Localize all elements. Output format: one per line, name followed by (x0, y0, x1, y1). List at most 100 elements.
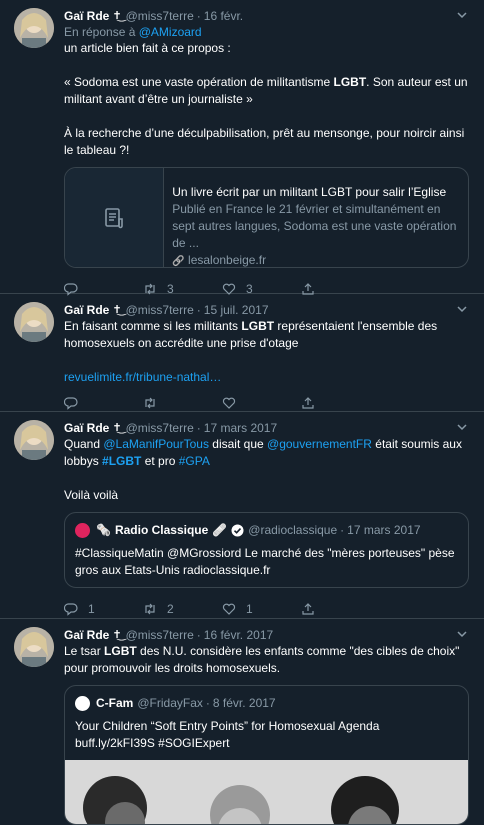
display-name[interactable]: Gaï Rde (64, 8, 109, 24)
user-handle[interactable]: @miss7terre (126, 8, 194, 24)
quoted-header: C-Fam @FridayFax · 8 févr. 2017 (75, 694, 458, 712)
link-card[interactable]: Un livre écrit par un militant LGBT pour… (64, 167, 469, 268)
quoted-handle[interactable]: @FridayFax (137, 695, 203, 712)
tweet-paragraph: En faisant comme si les militants LGBT r… (64, 319, 438, 350)
avatar[interactable] (14, 420, 54, 460)
reply-prefix: En réponse à (64, 25, 136, 39)
card-title: Un livre écrit par un militant LGBT pour… (172, 185, 447, 199)
radio-classique-logo (75, 522, 90, 538)
retweet-button[interactable] (143, 396, 222, 410)
quoted-tweet[interactable]: 🗞️ Radio Classique 🩹 @radioclassique · 1… (64, 512, 469, 588)
tweet[interactable]: Gaï Rde ✝͜ @miss7terre · 16 févr. 2017 L… (0, 619, 484, 825)
newspaper-emoji: 🗞️ (96, 522, 111, 537)
reply-button[interactable] (64, 396, 143, 410)
tweet-text: En faisant comme si les militants LGBT r… (64, 318, 472, 386)
share-button[interactable] (301, 396, 380, 410)
separator: · (196, 303, 201, 317)
tweet-header: Gaï Rde ✝͜ @miss7terre · 15 juil. 2017 (64, 302, 472, 318)
tweet-header: Gaï Rde ✝͜ @miss7terre · 16 févr. (64, 8, 472, 24)
separator: · (196, 628, 201, 642)
tweet-paragraph: un article bien fait à ce propos : (64, 41, 231, 55)
separator: · (196, 421, 201, 435)
name-emoji: ✝͜ (112, 304, 122, 316)
separator: · (205, 695, 210, 710)
share-button[interactable] (301, 602, 380, 616)
hashtag-link[interactable]: #GPA (179, 454, 210, 468)
heart-icon (222, 397, 236, 409)
display-name[interactable]: Gaï Rde (64, 302, 109, 318)
retweet-button[interactable]: 2 (143, 602, 222, 616)
like-count: 1 (246, 602, 253, 616)
hashtag-link[interactable]: #LGBT (102, 454, 141, 468)
quoted-text: #ClassiqueMatin @MGrossiord Le marché de… (75, 546, 455, 577)
like-button[interactable]: 1 (222, 602, 301, 616)
retweet-icon (145, 397, 155, 409)
verified-icon (231, 524, 244, 537)
tweet-link[interactable]: revuelimite.fr/tribune-nathal… (64, 370, 221, 384)
mention-link[interactable]: @LaManifPourTous (103, 437, 209, 451)
tweet-paragraph: Le tsar LGBT des N.U. considère les enfa… (64, 644, 460, 675)
tweet-paragraph: « Sodoma est une vaste opération de mili… (64, 75, 468, 106)
heart-icon (222, 603, 236, 615)
avatar[interactable] (14, 627, 54, 667)
quoted-text: Your Children “Soft Entry Points” for Ho… (75, 719, 380, 750)
avatar[interactable] (14, 302, 54, 342)
separator: · (196, 9, 201, 23)
share-icon (302, 397, 314, 409)
tweet-text: un article bien fait à ce propos : « Sod… (64, 40, 472, 159)
tweet-date[interactable]: 16 févr. (204, 8, 243, 24)
mention-link[interactable]: @gouvernementFR (267, 437, 372, 451)
card-description: Publié en France le 21 février et simult… (172, 202, 457, 250)
reply-context: En réponse à @AMizoard (64, 24, 472, 40)
user-handle[interactable]: @miss7terre (126, 302, 194, 318)
tweet[interactable]: Gaï Rde ✝͜ @miss7terre · 15 juil. 2017 E… (0, 294, 484, 412)
display-name[interactable]: Gaï Rde (64, 627, 109, 643)
bandage-emoji: 🩹 (212, 522, 228, 537)
tweet-date[interactable]: 17 mars 2017 (204, 420, 277, 436)
tweet-header: Gaï Rde ✝͜ @miss7terre · 16 févr. 2017 (64, 627, 472, 643)
c-fam-logo (75, 695, 90, 711)
share-icon (302, 603, 314, 615)
tweet-header: Gaï Rde ✝͜ @miss7terre · 17 mars 2017 (64, 420, 472, 436)
quoted-name[interactable]: Radio Classique (115, 522, 208, 539)
separator: · (340, 522, 345, 537)
user-handle[interactable]: @miss7terre (126, 420, 194, 436)
tweet[interactable]: Gaï Rde ✝͜ @miss7terre · 16 févr. En rép… (0, 0, 484, 296)
reply-icon (64, 397, 78, 410)
reply-mention-link[interactable]: @AMizoard (139, 25, 202, 39)
like-button[interactable] (222, 396, 301, 410)
tweet-paragraph: Quand @LaManifPourTous disait que @gouve… (64, 437, 462, 468)
chevron-down-icon[interactable] (456, 628, 468, 640)
tweet-text: Le tsar LGBT des N.U. considère les enfa… (64, 643, 472, 677)
tweet-paragraph: À la recherche d’une déculpabilisation, … (64, 126, 465, 157)
quoted-media-image[interactable] (65, 760, 468, 824)
user-handle[interactable]: @miss7terre (126, 627, 194, 643)
avatar[interactable] (14, 8, 54, 48)
chevron-down-icon[interactable] (456, 9, 468, 21)
name-emoji: ✝͜ (112, 422, 122, 434)
chevron-down-icon[interactable] (456, 421, 468, 433)
tweet-text: Quand @LaManifPourTous disait que @gouve… (64, 436, 472, 504)
tweet-date[interactable]: 15 juil. 2017 (204, 302, 269, 318)
tweet-paragraph: Voilà voilà (64, 488, 119, 502)
quoted-name[interactable]: C-Fam (96, 695, 133, 712)
quoted-date: 8 févr. 2017 (212, 695, 276, 710)
display-name[interactable]: Gaï Rde (64, 420, 109, 436)
tweet-date[interactable]: 16 févr. 2017 (204, 627, 273, 643)
tweet[interactable]: Gaï Rde ✝͜ @miss7terre · 17 mars 2017 Qu… (0, 412, 484, 619)
reply-count: 1 (88, 602, 95, 616)
retweet-icon (145, 603, 155, 615)
document-icon (65, 168, 165, 267)
card-domain: 🔗 lesalonbeige.fr (172, 253, 267, 267)
name-emoji: ✝͜ (112, 629, 122, 641)
quoted-header: 🗞️ Radio Classique 🩹 @radioclassique · 1… (75, 521, 458, 539)
quoted-date: 17 mars 2017 (347, 522, 421, 537)
quoted-tweet[interactable]: C-Fam @FridayFax · 8 févr. 2017 Your Chi… (64, 685, 469, 825)
quoted-handle[interactable]: @radioclassique (248, 522, 337, 539)
name-emoji: ✝͜ (112, 10, 122, 22)
reply-icon (64, 603, 78, 616)
reply-button[interactable]: 1 (64, 602, 143, 616)
link-icon: 🔗 (172, 256, 185, 267)
chevron-down-icon[interactable] (456, 303, 468, 315)
retweet-count: 2 (167, 602, 174, 616)
